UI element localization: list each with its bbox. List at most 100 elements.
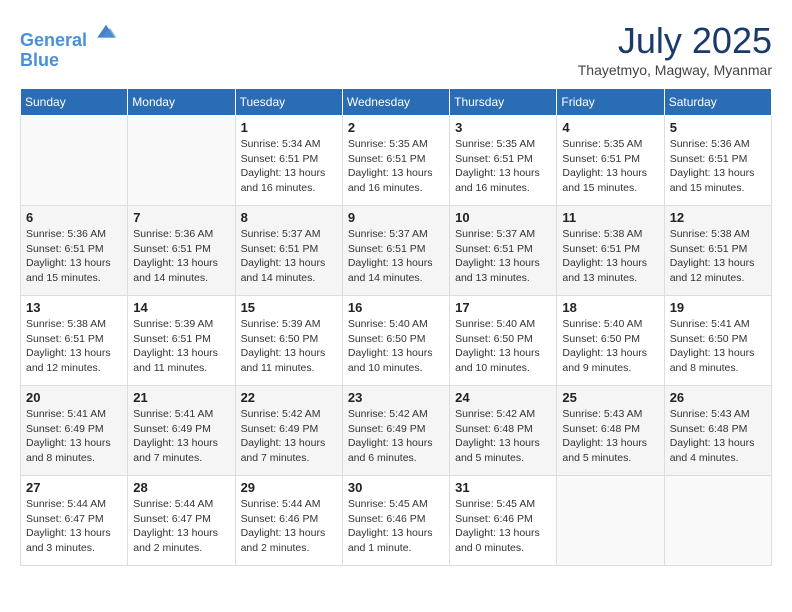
day-info: Sunrise: 5:43 AMSunset: 6:48 PMDaylight:… bbox=[670, 407, 766, 466]
calendar-cell bbox=[128, 116, 235, 206]
calendar-cell: 10 Sunrise: 5:37 AMSunset: 6:51 PMDayligh… bbox=[450, 206, 557, 296]
logo-text: General bbox=[20, 20, 118, 51]
calendar-cell: 22Sunrise: 5:42 AMSunset: 6:49 PMDayligh… bbox=[235, 386, 342, 476]
day-number: 21 bbox=[133, 390, 229, 405]
day-header-wednesday: Wednesday bbox=[342, 89, 449, 116]
day-info: Sunrise: 5:45 AMSunset: 6:46 PMDaylight:… bbox=[348, 497, 444, 556]
day-header-saturday: Saturday bbox=[664, 89, 771, 116]
calendar-cell: 8 Sunrise: 5:37 AMSunset: 6:51 PMDaylight… bbox=[235, 206, 342, 296]
day-number: 16 bbox=[348, 300, 444, 315]
calendar-cell: 29Sunrise: 5:44 AMSunset: 6:46 PMDayligh… bbox=[235, 476, 342, 566]
calendar-cell: 12Sunrise: 5:38 AMSunset: 6:51 PMDayligh… bbox=[664, 206, 771, 296]
day-number: 23 bbox=[348, 390, 444, 405]
day-info: Sunrise: 5:41 AMSunset: 6:50 PMDaylight:… bbox=[670, 317, 766, 376]
week-row-3: 13 Sunrise: 5:38 AMSunset: 6:51 PMDayligh… bbox=[21, 296, 772, 386]
calendar-cell: 18 Sunrise: 5:40 AMSunset: 6:50 PMDayligh… bbox=[557, 296, 664, 386]
title-section: July 2025 Thayetmyo, Magway, Myanmar bbox=[578, 20, 772, 78]
day-number: 24 bbox=[455, 390, 551, 405]
day-number: 11 bbox=[562, 210, 658, 225]
day-info: Sunrise: 5:35 AMSunset: 6:51 PMDaylight:… bbox=[455, 137, 551, 196]
day-number: 30 bbox=[348, 480, 444, 495]
day-info: Sunrise: 5:41 AMSunset: 6:49 PMDaylight:… bbox=[133, 407, 229, 466]
day-info: Sunrise: 5:36 AMSunset: 6:51 PMDaylight:… bbox=[26, 227, 122, 286]
day-info: Sunrise: 5:41 AMSunset: 6:49 PMDaylight:… bbox=[26, 407, 122, 466]
day-info: Sunrise: 5:45 AMSunset: 6:46 PMDaylight:… bbox=[455, 497, 551, 556]
calendar-cell: 3 Sunrise: 5:35 AMSunset: 6:51 PMDaylight… bbox=[450, 116, 557, 206]
day-info: Sunrise: 5:44 AMSunset: 6:46 PMDaylight:… bbox=[241, 497, 337, 556]
calendar-cell: 15Sunrise: 5:39 AMSunset: 6:50 PMDayligh… bbox=[235, 296, 342, 386]
day-info: Sunrise: 5:35 AMSunset: 6:51 PMDaylight:… bbox=[348, 137, 444, 196]
day-info: Sunrise: 5:37 AMSunset: 6:51 PMDaylight:… bbox=[241, 227, 337, 286]
day-info: Sunrise: 5:39 AMSunset: 6:50 PMDaylight:… bbox=[241, 317, 337, 376]
day-header-tuesday: Tuesday bbox=[235, 89, 342, 116]
day-info: Sunrise: 5:40 AMSunset: 6:50 PMDaylight:… bbox=[562, 317, 658, 376]
day-info: Sunrise: 5:40 AMSunset: 6:50 PMDaylight:… bbox=[348, 317, 444, 376]
calendar-cell: 16 Sunrise: 5:40 AMSunset: 6:50 PMDayligh… bbox=[342, 296, 449, 386]
day-number: 1 bbox=[241, 120, 337, 135]
calendar-cell: 6 Sunrise: 5:36 AMSunset: 6:51 PMDaylight… bbox=[21, 206, 128, 296]
day-number: 28 bbox=[133, 480, 229, 495]
day-info: Sunrise: 5:38 AMSunset: 6:51 PMDaylight:… bbox=[26, 317, 122, 376]
day-number: 18 bbox=[562, 300, 658, 315]
calendar-cell: 1 Sunrise: 5:34 AMSunset: 6:51 PMDaylight… bbox=[235, 116, 342, 206]
week-row-4: 20 Sunrise: 5:41 AMSunset: 6:49 PMDayligh… bbox=[21, 386, 772, 476]
week-row-5: 27Sunrise: 5:44 AMSunset: 6:47 PMDayligh… bbox=[21, 476, 772, 566]
calendar-cell: 5 Sunrise: 5:36 AMSunset: 6:51 PMDaylight… bbox=[664, 116, 771, 206]
day-header-thursday: Thursday bbox=[450, 89, 557, 116]
day-info: Sunrise: 5:38 AMSunset: 6:51 PMDaylight:… bbox=[562, 227, 658, 286]
calendar-cell bbox=[664, 476, 771, 566]
calendar-cell: 2 Sunrise: 5:35 AMSunset: 6:51 PMDaylight… bbox=[342, 116, 449, 206]
day-number: 7 bbox=[133, 210, 229, 225]
calendar-cell bbox=[557, 476, 664, 566]
calendar-cell: 11 Sunrise: 5:38 AMSunset: 6:51 PMDayligh… bbox=[557, 206, 664, 296]
calendar-header-row: SundayMondayTuesdayWednesdayThursdayFrid… bbox=[21, 89, 772, 116]
calendar-cell: 20 Sunrise: 5:41 AMSunset: 6:49 PMDayligh… bbox=[21, 386, 128, 476]
day-info: Sunrise: 5:42 AMSunset: 6:48 PMDaylight:… bbox=[455, 407, 551, 466]
day-info: Sunrise: 5:42 AMSunset: 6:49 PMDaylight:… bbox=[241, 407, 337, 466]
location-subtitle: Thayetmyo, Magway, Myanmar bbox=[578, 62, 772, 78]
day-info: Sunrise: 5:36 AMSunset: 6:51 PMDaylight:… bbox=[133, 227, 229, 286]
day-number: 10 bbox=[455, 210, 551, 225]
day-number: 14 bbox=[133, 300, 229, 315]
day-number: 31 bbox=[455, 480, 551, 495]
day-number: 20 bbox=[26, 390, 122, 405]
calendar-cell: 21 Sunrise: 5:41 AMSunset: 6:49 PMDayligh… bbox=[128, 386, 235, 476]
calendar-cell: 30 Sunrise: 5:45 AMSunset: 6:46 PMDayligh… bbox=[342, 476, 449, 566]
day-number: 4 bbox=[562, 120, 658, 135]
day-header-friday: Friday bbox=[557, 89, 664, 116]
calendar-cell: 26 Sunrise: 5:43 AMSunset: 6:48 PMDayligh… bbox=[664, 386, 771, 476]
day-info: Sunrise: 5:37 AMSunset: 6:51 PMDaylight:… bbox=[348, 227, 444, 286]
week-row-2: 6 Sunrise: 5:36 AMSunset: 6:51 PMDaylight… bbox=[21, 206, 772, 296]
day-number: 19 bbox=[670, 300, 766, 315]
day-info: Sunrise: 5:42 AMSunset: 6:49 PMDaylight:… bbox=[348, 407, 444, 466]
day-number: 25 bbox=[562, 390, 658, 405]
day-number: 26 bbox=[670, 390, 766, 405]
calendar-cell: 17Sunrise: 5:40 AMSunset: 6:50 PMDayligh… bbox=[450, 296, 557, 386]
logo-general: General bbox=[20, 30, 87, 50]
day-number: 2 bbox=[348, 120, 444, 135]
day-number: 9 bbox=[348, 210, 444, 225]
day-number: 8 bbox=[241, 210, 337, 225]
day-header-monday: Monday bbox=[128, 89, 235, 116]
day-info: Sunrise: 5:44 AMSunset: 6:47 PMDaylight:… bbox=[26, 497, 122, 556]
calendar-cell: 27Sunrise: 5:44 AMSunset: 6:47 PMDayligh… bbox=[21, 476, 128, 566]
day-number: 6 bbox=[26, 210, 122, 225]
calendar-cell: 25Sunrise: 5:43 AMSunset: 6:48 PMDayligh… bbox=[557, 386, 664, 476]
day-info: Sunrise: 5:36 AMSunset: 6:51 PMDaylight:… bbox=[670, 137, 766, 196]
calendar-cell bbox=[21, 116, 128, 206]
calendar-cell: 28Sunrise: 5:44 AMSunset: 6:47 PMDayligh… bbox=[128, 476, 235, 566]
calendar-cell: 19 Sunrise: 5:41 AMSunset: 6:50 PMDayligh… bbox=[664, 296, 771, 386]
logo: General Blue bbox=[20, 20, 118, 71]
calendar-cell: 9 Sunrise: 5:37 AMSunset: 6:51 PMDaylight… bbox=[342, 206, 449, 296]
week-row-1: 1 Sunrise: 5:34 AMSunset: 6:51 PMDaylight… bbox=[21, 116, 772, 206]
page-header: General Blue July 2025 Thayetmyo, Magway… bbox=[20, 20, 772, 78]
day-info: Sunrise: 5:37 AMSunset: 6:51 PMDaylight:… bbox=[455, 227, 551, 286]
day-number: 13 bbox=[26, 300, 122, 315]
day-info: Sunrise: 5:34 AMSunset: 6:51 PMDaylight:… bbox=[241, 137, 337, 196]
day-number: 12 bbox=[670, 210, 766, 225]
day-number: 17 bbox=[455, 300, 551, 315]
calendar-cell: 14Sunrise: 5:39 AMSunset: 6:51 PMDayligh… bbox=[128, 296, 235, 386]
logo-icon bbox=[94, 20, 118, 44]
day-number: 3 bbox=[455, 120, 551, 135]
day-number: 5 bbox=[670, 120, 766, 135]
